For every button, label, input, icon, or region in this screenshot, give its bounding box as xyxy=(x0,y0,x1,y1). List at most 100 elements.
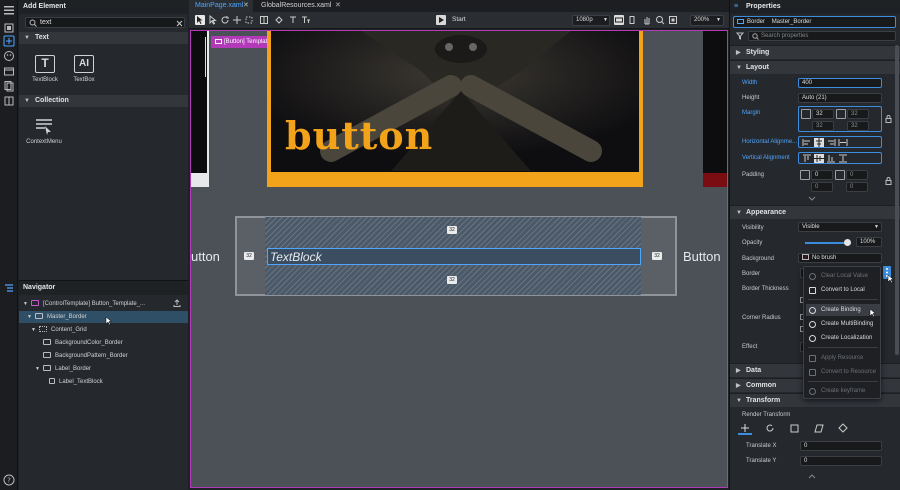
menu-create-multibinding[interactable]: Create MultiBinding xyxy=(806,318,880,330)
help-icon[interactable]: ? xyxy=(3,474,15,486)
translate-y-field[interactable]: 0 xyxy=(800,456,882,466)
opacity-field[interactable]: 100% xyxy=(856,237,882,247)
chevron-up-icon[interactable] xyxy=(808,474,816,480)
text-cursor-icon[interactable] xyxy=(288,15,298,25)
element-textbox[interactable]: AI TextBox xyxy=(64,55,104,83)
properties-scrollbar[interactable] xyxy=(895,45,899,355)
select-tool-icon[interactable] xyxy=(195,15,205,25)
padding-right-field[interactable]: 0 xyxy=(811,182,833,192)
translate-tab-icon[interactable] xyxy=(738,423,752,435)
zoom-tool-icon[interactable] xyxy=(655,15,665,25)
resolution-dropdown[interactable]: 1080p ▼ xyxy=(572,15,610,26)
scale-tab-icon[interactable] xyxy=(788,423,802,435)
element-name-field[interactable]: Border Master_Border xyxy=(733,16,896,28)
menu-convert-to-resource[interactable]: Convert to Resource xyxy=(806,366,880,378)
section-styling[interactable]: ▶ Styling xyxy=(730,45,900,59)
menu-apply-resource[interactable]: Apply Resource xyxy=(806,352,880,364)
tab-globalresources[interactable]: GlobalResources.xaml ✕ xyxy=(255,0,345,12)
align-center-icon[interactable] xyxy=(814,138,824,147)
menu-create-localization[interactable]: Create Localization xyxy=(806,332,880,344)
button-preview[interactable]: button xyxy=(267,31,643,187)
rotate-tab-icon[interactable] xyxy=(763,423,777,435)
menu-clear-local-value[interactable]: Clear Local Value xyxy=(806,270,880,282)
section-layout[interactable]: ▼ Layout xyxy=(730,60,900,74)
margin-top-field[interactable]: 32 xyxy=(847,109,869,119)
margin-bottom-field[interactable]: 32 xyxy=(847,121,869,131)
direct-select-icon[interactable] xyxy=(208,15,218,25)
film-icon[interactable] xyxy=(3,65,15,77)
navigator-item-content-grid[interactable]: ▼ Content_Grid xyxy=(19,324,188,336)
menu-create-binding[interactable]: Create Binding xyxy=(806,304,880,318)
align-top-icon[interactable] xyxy=(802,154,812,163)
property-search-input[interactable]: Search properties xyxy=(748,31,896,41)
filter-icon[interactable] xyxy=(736,32,744,40)
navigator-item-bgpattern-border[interactable]: BackgroundPattern_Border xyxy=(19,350,188,362)
paint-tool-icon[interactable] xyxy=(274,15,284,25)
visibility-dropdown[interactable]: Visible ▼ xyxy=(798,222,882,232)
lock-icon[interactable] xyxy=(885,177,892,185)
section-text[interactable]: ▼ Text xyxy=(19,32,188,44)
navigator-item-template[interactable]: ▼ [ControlTemplate] Button_Template_... xyxy=(19,298,188,310)
palette-icon[interactable] xyxy=(3,50,15,62)
device-landscape-icon[interactable] xyxy=(614,15,624,25)
padding-top-icon xyxy=(835,170,845,180)
padding-top-field[interactable]: 0 xyxy=(846,170,868,180)
align-bottom-icon[interactable] xyxy=(826,154,836,163)
align-middle-icon[interactable] xyxy=(814,154,824,163)
height-field[interactable]: Auto (21) xyxy=(798,93,882,103)
navigator-item-label-border[interactable]: ▼ Label_Border xyxy=(19,363,188,375)
align-left-icon[interactable] xyxy=(802,138,812,147)
navigator-item-bgcolor-border[interactable]: BackgroundColor_Border xyxy=(19,337,188,349)
background-field[interactable]: No brush xyxy=(798,253,882,263)
close-icon[interactable]: ✕ xyxy=(243,0,249,12)
text-format-icon[interactable] xyxy=(301,15,311,25)
pages-icon[interactable] xyxy=(3,80,15,92)
border-icon xyxy=(737,18,744,24)
padding-left-field[interactable]: 0 xyxy=(811,170,833,180)
move-tool-icon[interactable] xyxy=(232,15,242,25)
rotate-tool-icon[interactable] xyxy=(220,15,230,25)
lock-icon[interactable] xyxy=(885,115,892,123)
stack-icon[interactable] xyxy=(3,22,15,34)
menu-icon[interactable] xyxy=(3,4,15,16)
translate-x-field[interactable]: 0 xyxy=(800,441,882,451)
frame-tool-icon[interactable] xyxy=(259,15,269,25)
clear-search-icon[interactable] xyxy=(176,20,183,27)
element-textblock[interactable]: T TextBlock xyxy=(25,55,65,83)
chevron-down-icon[interactable] xyxy=(808,196,816,202)
navigator-icon[interactable] xyxy=(3,282,15,294)
menu-convert-to-local[interactable]: Convert to Local xyxy=(806,284,880,296)
close-icon[interactable]: ✕ xyxy=(335,0,341,12)
play-icon[interactable] xyxy=(436,15,446,25)
opacity-slider-thumb[interactable] xyxy=(844,239,851,246)
zoom-dropdown[interactable]: 200% ▼ xyxy=(690,15,724,26)
section-appearance[interactable]: ▼ Appearance xyxy=(730,205,900,219)
tab-mainpage[interactable]: MainPage.xaml ✕ xyxy=(189,0,253,12)
navigator-item-label-textblock[interactable]: Label_TextBlock xyxy=(19,376,188,388)
device-portrait-icon[interactable] xyxy=(627,15,637,25)
width-field[interactable]: 400 xyxy=(798,78,882,88)
book-icon[interactable] xyxy=(3,95,15,107)
navigator-item-master-border[interactable]: ▼ Master_Border xyxy=(19,311,188,326)
center-point-tab-icon[interactable] xyxy=(836,423,850,435)
section-collection[interactable]: ▼ Collection xyxy=(19,95,188,107)
element-contextmenu[interactable]: ContextMenu xyxy=(23,117,65,145)
transform-tool-icon[interactable] xyxy=(244,15,254,25)
margin-right-field[interactable]: 32 xyxy=(812,121,834,131)
design-canvas[interactable]: [Button] Template▼ button utton Button xyxy=(190,30,728,488)
align-stretch-icon[interactable] xyxy=(838,138,848,147)
skew-tab-icon[interactable] xyxy=(812,423,826,435)
start-label[interactable]: Start xyxy=(452,16,466,23)
padding-bottom-field[interactable]: 0 xyxy=(846,182,868,192)
menu-create-keyframe[interactable]: Create keyframe xyxy=(806,385,880,397)
align-vstretch-icon[interactable] xyxy=(838,154,848,163)
add-element-icon[interactable] xyxy=(3,35,15,47)
chevron-down-icon: ▼ xyxy=(736,210,742,216)
margin-left-field[interactable]: 32 xyxy=(812,109,834,119)
fit-view-icon[interactable] xyxy=(668,15,678,25)
template-icon xyxy=(31,300,39,307)
element-search-input[interactable]: text xyxy=(25,17,185,28)
pan-hand-icon[interactable] xyxy=(642,15,652,25)
textblock-selection[interactable]: TextBlock xyxy=(267,248,641,265)
align-right-icon[interactable] xyxy=(826,138,836,147)
